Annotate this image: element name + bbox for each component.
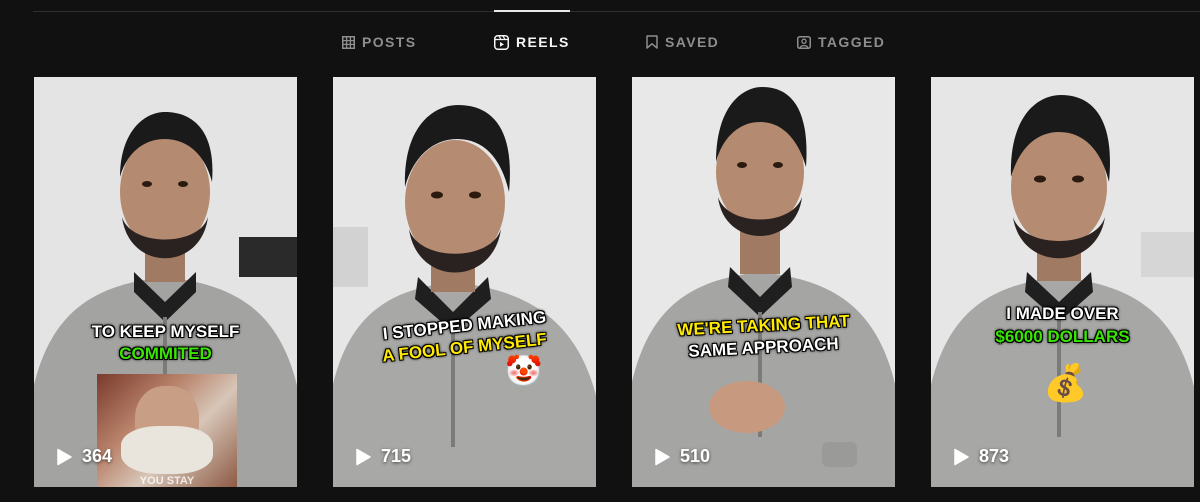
view-count-value: 510 [680,446,711,466]
play-icon [953,448,969,466]
reel-caption-line1: I MADE OVER [1006,304,1119,323]
view-count: 510 [654,446,710,467]
view-count: 715 [355,446,411,467]
tab-saved-label: SAVED [665,34,720,50]
play-icon [654,448,670,466]
bookmark-icon [646,35,658,49]
clown-emoji-icon: 🤡 [505,355,543,388]
reel-card[interactable]: TO KEEP MYSELF COMMITED YOU STAY 364 [34,77,297,487]
reels-grid: TO KEEP MYSELF COMMITED YOU STAY 364 I S… [0,77,1200,487]
reels-icon [494,34,509,50]
view-count-value: 873 [979,446,1010,466]
tab-reels[interactable]: REELS [494,34,570,50]
tab-saved[interactable]: SAVED [646,34,719,50]
tab-posts-label: POSTS [362,34,417,50]
money-bag-emoji-icon: 💰 [1043,362,1088,403]
reel-caption-line1: TO KEEP MYSELF [91,322,240,341]
person-thumbnail [632,77,895,487]
tab-reels-label: REELS [516,34,570,50]
play-icon [355,448,371,466]
profile-tabs: POSTS REELS SAVED TAGGED [0,34,1200,56]
profile-tabs-divider [33,11,1200,12]
active-tab-indicator [494,10,570,12]
view-count: 364 [56,446,112,467]
tagged-icon [797,35,811,49]
play-icon [56,448,72,466]
tab-tagged-label: TAGGED [818,34,886,50]
reel-card[interactable]: I MADE OVER $6000 DOLLARS 💰 873 [931,77,1194,487]
tab-tagged[interactable]: TAGGED [797,34,885,50]
grid-icon [342,35,355,49]
reaction-clip-inset: YOU STAY [97,374,237,487]
reel-caption-line2: COMMITED [119,344,212,363]
person-thumbnail [333,77,596,487]
view-count-value: 364 [82,446,113,466]
view-count-value: 715 [381,446,412,466]
inset-caption: YOU STAY [139,475,195,487]
reel-card[interactable]: WE'RE TAKING THAT SAME APPROACH 510 [632,77,895,487]
person-thumbnail [931,77,1194,487]
reel-card[interactable]: I STOPPED MAKING A FOOL OF MYSELF 🤡 715 [333,77,596,487]
reel-caption-line2: $6000 DOLLARS [995,327,1130,346]
view-count: 873 [953,446,1009,467]
tab-posts[interactable]: POSTS [342,34,416,50]
